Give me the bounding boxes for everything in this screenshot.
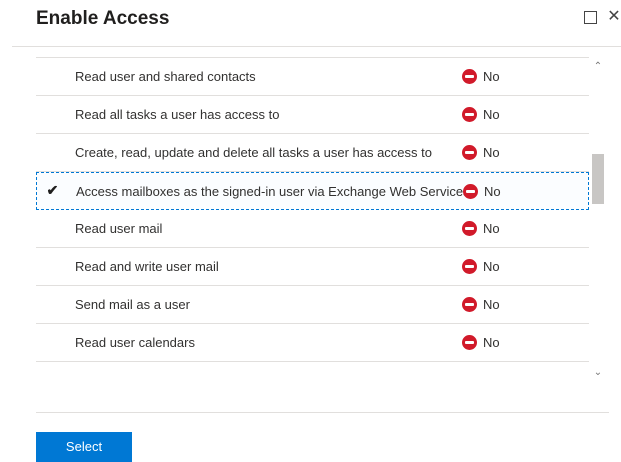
permission-label: Read user mail (75, 221, 163, 236)
no-entry-icon (462, 107, 477, 122)
permissions-list[interactable]: Read and write user and shared contacts N… (36, 47, 589, 382)
status-text: No (483, 335, 500, 350)
permission-label: Create, read, update and delete all task… (75, 145, 432, 160)
permission-row[interactable]: ✔ Access mailboxes as the signed-in user … (36, 172, 589, 210)
permission-row[interactable]: Read user mail No (36, 210, 589, 248)
status-text: No (483, 259, 500, 274)
permission-label: Read and write user and shared contacts (75, 47, 312, 57)
permission-status: No (462, 134, 500, 171)
dialog-title: Enable Access (36, 8, 170, 29)
status-text: No (483, 145, 500, 160)
permission-row[interactable]: Read user and shared contacts No (36, 58, 589, 96)
status-text: No (483, 297, 500, 312)
permission-label: Read user and shared contacts (75, 69, 256, 84)
status-text: No (483, 107, 500, 122)
permission-status: No (462, 96, 500, 133)
no-entry-icon (462, 259, 477, 274)
no-entry-icon (462, 297, 477, 312)
permission-row[interactable]: Read all tasks a user has access to No (36, 96, 589, 134)
permission-row[interactable]: Send mail as a user No (36, 286, 589, 324)
permission-status: No (463, 173, 501, 210)
permission-label: Send mail as a user (75, 297, 190, 312)
status-text: No (483, 221, 500, 236)
permission-row[interactable]: Read and write user and shared contacts N… (36, 47, 589, 58)
status-text: No (483, 69, 500, 84)
scroll-thumb[interactable] (592, 154, 604, 204)
permission-label: Read and write user mail (75, 259, 219, 274)
close-button[interactable]: ✕ (606, 8, 621, 26)
no-entry-icon (462, 221, 477, 236)
status-text: No (484, 184, 501, 199)
maximize-icon (584, 11, 597, 24)
no-entry-icon (463, 184, 478, 199)
scroll-up-arrow-icon[interactable]: ⌃ (590, 59, 606, 75)
footer-divider (36, 412, 609, 413)
permission-row[interactable]: Create, read, update and delete all task… (36, 134, 589, 172)
permission-status: No (462, 47, 500, 57)
permission-status: No (462, 324, 500, 361)
permission-status: No (462, 286, 500, 323)
permission-row[interactable]: Read and write user mail No (36, 248, 589, 286)
permission-status: No (462, 58, 500, 95)
checkmark-icon[interactable]: ✔ (45, 183, 60, 198)
permission-label: Read user calendars (75, 335, 195, 350)
scrollbar[interactable]: ⌃ ⌄ (590, 57, 606, 383)
permission-status: No (462, 210, 500, 247)
permission-status: No (462, 248, 500, 285)
select-button[interactable]: Select (36, 432, 132, 462)
no-entry-icon (462, 69, 477, 84)
permission-label: Access mailboxes as the signed-in user v… (76, 184, 470, 199)
permission-label: Read all tasks a user has access to (75, 107, 280, 122)
permission-row[interactable]: Read user calendars No (36, 324, 589, 362)
maximize-button[interactable] (582, 8, 598, 26)
no-entry-icon (462, 335, 477, 350)
no-entry-icon (462, 145, 477, 160)
close-icon: ✕ (607, 8, 621, 25)
scroll-down-arrow-icon[interactable]: ⌄ (590, 365, 606, 381)
